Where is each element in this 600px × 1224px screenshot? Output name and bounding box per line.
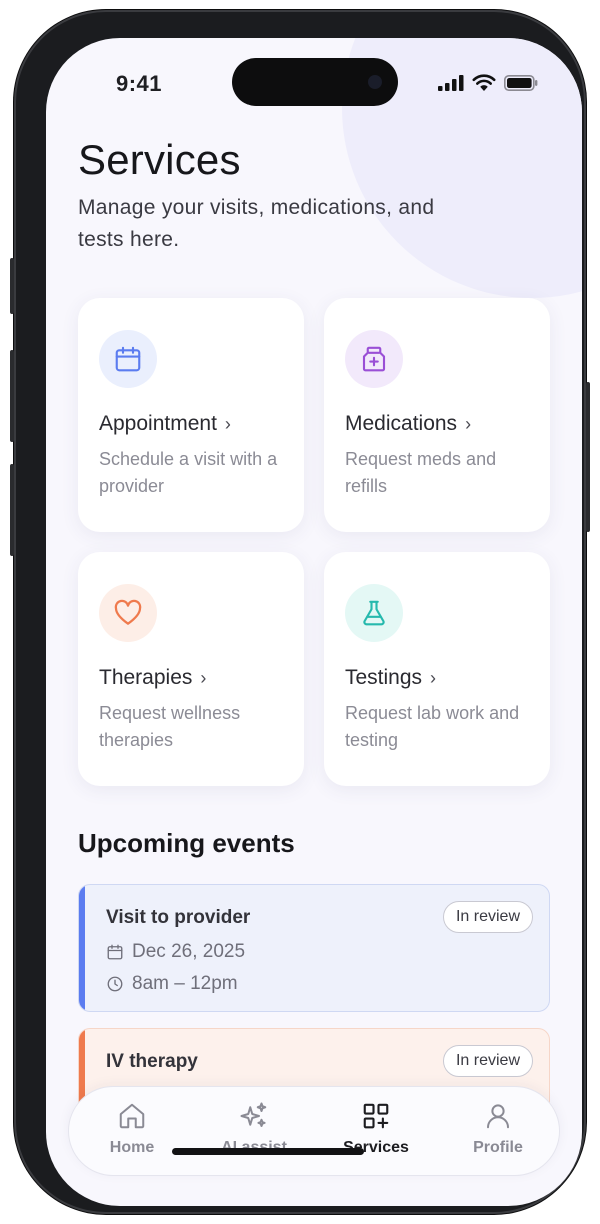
calendar-icon <box>107 944 123 960</box>
tab-label: Profile <box>473 1139 523 1156</box>
event-date: Dec 26, 2025 <box>132 941 246 962</box>
event-accent-bar <box>79 885 85 1011</box>
event-time-row: 8am – 12pm <box>106 973 238 995</box>
service-icon-circle <box>99 330 157 388</box>
service-title: Appointment <box>99 412 217 435</box>
clock-icon <box>107 976 123 992</box>
service-icon-circle <box>345 330 403 388</box>
service-card-medications[interactable]: Medications › Request meds and refills <box>324 298 550 532</box>
service-title-row: Appointment › <box>99 412 231 436</box>
service-description: Request wellness therapies <box>99 703 241 750</box>
service-description: Request meds and refills <box>345 449 497 496</box>
medicine-bottle-icon <box>362 346 386 372</box>
home-icon <box>119 1103 145 1129</box>
cellular-signal-icon <box>438 74 464 91</box>
wifi-icon <box>472 74 496 91</box>
tab-home[interactable]: Home <box>77 1101 187 1157</box>
user-icon <box>487 1104 509 1129</box>
volume-down-button <box>10 464 14 556</box>
status-badge: In review <box>442 901 533 933</box>
service-title: Therapies <box>99 666 193 689</box>
service-icon-circle <box>345 584 403 642</box>
calendar-icon <box>115 346 141 372</box>
phone-frame: 9:41 Services Manage your visits, medica… <box>10 10 590 1214</box>
service-title: Testings <box>345 666 423 689</box>
camera-lens <box>368 75 382 89</box>
service-card-therapies[interactable]: Therapies › Request wellness therapies <box>78 552 304 786</box>
bottom-tab-bar: Home AI assist Services P <box>68 1086 560 1176</box>
flask-icon <box>363 600 385 626</box>
sparkles-icon <box>240 1102 267 1127</box>
chevron-right-icon: › <box>430 667 437 688</box>
service-title: Medications <box>345 412 458 435</box>
event-title: Visit to provider <box>106 907 251 928</box>
upcoming-events-heading: Upcoming events <box>78 828 295 858</box>
battery-icon <box>504 74 538 91</box>
dynamic-island <box>232 58 398 106</box>
event-time: 8am – 12pm <box>132 973 238 994</box>
event-title: IV therapy <box>106 1051 198 1072</box>
event-card-visit[interactable]: Visit to provider In review Dec 26, 2025… <box>78 884 550 1012</box>
service-description: Request lab work and testing <box>345 703 520 750</box>
chevron-right-icon: › <box>465 413 472 434</box>
service-title-row: Therapies › <box>99 666 206 690</box>
home-indicator <box>172 1148 364 1155</box>
page-subtitle: Manage your visits, medications, and tes… <box>78 196 435 251</box>
mute-switch <box>10 258 14 314</box>
page-title: Services <box>78 136 241 183</box>
service-icon-circle <box>99 584 157 642</box>
event-date-row: Dec 26, 2025 <box>106 941 245 963</box>
chevron-right-icon: › <box>200 667 207 688</box>
grid-plus-icon <box>363 1103 389 1129</box>
screen: 9:41 Services Manage your visits, medica… <box>46 38 582 1206</box>
service-title-row: Medications › <box>345 412 471 436</box>
status-bar: 9:41 <box>46 38 582 128</box>
status-badge: In review <box>442 1045 533 1077</box>
service-description: Schedule a visit with a provider <box>99 449 278 496</box>
status-icons <box>438 74 538 91</box>
volume-up-button <box>10 350 14 442</box>
tab-label: Home <box>109 1139 155 1156</box>
tab-profile[interactable]: Profile <box>443 1101 553 1157</box>
heart-icon <box>114 599 142 625</box>
chevron-right-icon: › <box>224 413 231 434</box>
status-time: 9:41 <box>116 71 163 96</box>
power-button <box>586 382 590 532</box>
service-title-row: Testings › <box>345 666 436 690</box>
service-card-appointment[interactable]: Appointment › Schedule a visit with a pr… <box>78 298 304 532</box>
service-card-testings[interactable]: Testings › Request lab work and testing <box>324 552 550 786</box>
